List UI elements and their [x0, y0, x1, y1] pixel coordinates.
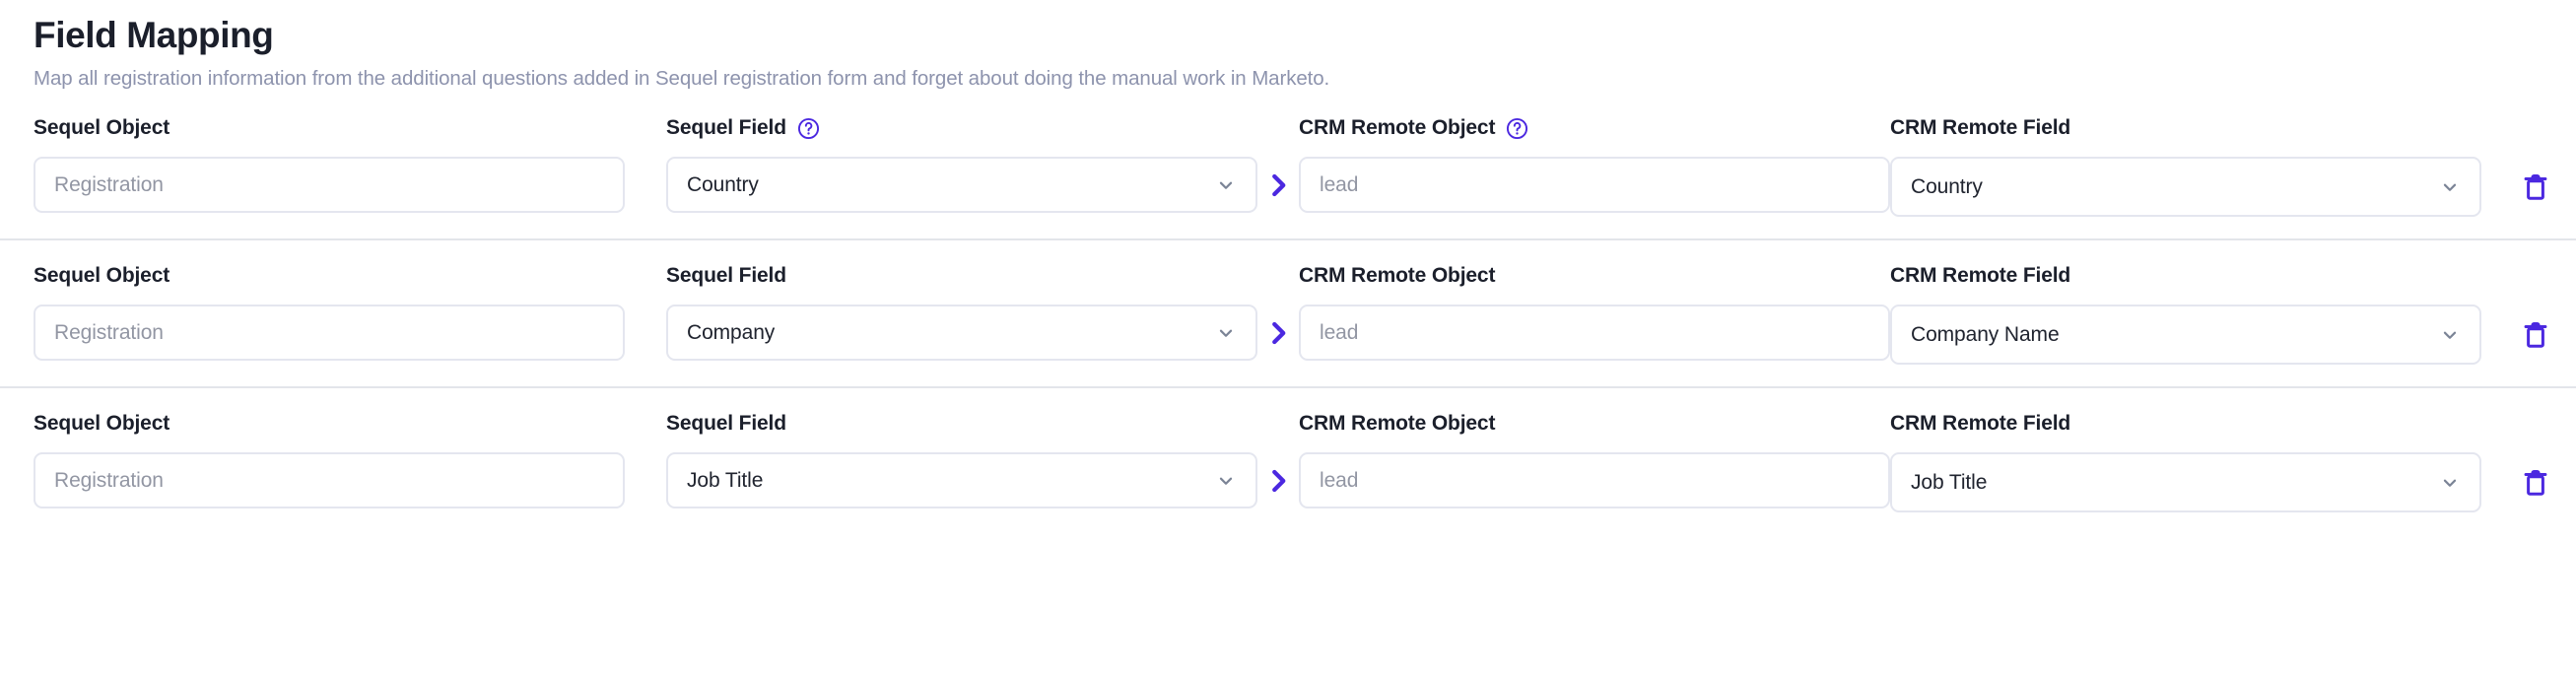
field-mapping-page: Field Mapping Map all registration infor… [0, 0, 2576, 678]
page-subtitle: Map all registration information from th… [34, 66, 1330, 90]
sequel-object-column: Sequel Object Registration [34, 114, 625, 214]
page-header: Field Mapping Map all registration infor… [0, 0, 2576, 91]
crm-remote-object-column: CRM Remote Object lead [1299, 262, 1890, 362]
crm-remote-object-control: lead [1299, 157, 1890, 214]
crm-remote-field-label: CRM Remote Field [1890, 116, 2071, 140]
crm-remote-field-label: CRM Remote Field [1890, 412, 2071, 436]
sequel-field-control: Company [666, 305, 1257, 362]
sequel-field-control: Job Title [666, 452, 1257, 509]
crm-remote-object-input[interactable]: lead [1299, 452, 1890, 509]
field-mapping-row: Sequel Object Registration Sequel Field … [0, 238, 2576, 366]
crm-remote-object-label-wrap: CRM Remote Object [1299, 114, 1890, 142]
sequel-object-input[interactable]: Registration [34, 157, 625, 214]
chevron-right-icon [1263, 466, 1293, 496]
crm-remote-field-column: CRM Remote Field Company Name [1890, 262, 2481, 366]
crm-remote-object-control: lead [1299, 305, 1890, 362]
sequel-object-column: Sequel Object Registration [34, 410, 625, 509]
sequel-object-label-wrap: Sequel Object [34, 262, 625, 290]
sequel-object-control: Registration [34, 452, 625, 509]
sequel-field-value: Job Title [687, 468, 764, 492]
crm-remote-field-control: Country [1890, 157, 2481, 218]
mapping-arrow [1257, 157, 1299, 213]
crm-remote-object-input[interactable]: lead [1299, 305, 1890, 362]
crm-remote-field-value: Job Title [1911, 470, 1988, 494]
crm-remote-object-input[interactable]: lead [1299, 157, 1890, 214]
sequel-field-column: Sequel Field Job Title [666, 410, 1257, 509]
sequel-field-select[interactable]: Job Title [666, 452, 1257, 509]
sequel-object-label-wrap: Sequel Object [34, 410, 625, 438]
sequel-field-column: Sequel Field Country [666, 114, 1257, 214]
crm-remote-object-label: CRM Remote Object [1299, 264, 1496, 288]
sequel-object-control: Registration [34, 305, 625, 362]
trash-icon [2522, 320, 2549, 350]
crm-remote-object-column: CRM Remote Object lead [1299, 114, 1890, 214]
sequel-field-label: Sequel Field [666, 264, 786, 288]
chevron-down-icon [1215, 322, 1237, 344]
delete-mapping-button[interactable] [2521, 467, 2550, 499]
crm-remote-object-label-wrap: CRM Remote Object [1299, 262, 1890, 290]
sequel-field-label: Sequel Field [666, 116, 786, 140]
mapping-arrow [1257, 305, 1299, 361]
crm-remote-field-select[interactable]: Company Name [1890, 305, 2481, 366]
help-circle-icon[interactable] [797, 117, 820, 140]
sequel-field-label-wrap: Sequel Field [666, 262, 1257, 290]
trash-icon [2522, 172, 2549, 202]
crm-remote-field-label: CRM Remote Field [1890, 264, 2071, 288]
crm-remote-object-label: CRM Remote Object [1299, 412, 1496, 436]
crm-remote-field-label-wrap: CRM Remote Field [1890, 262, 2481, 290]
sequel-object-label: Sequel Object [34, 412, 170, 436]
crm-remote-object-column: CRM Remote Object lead [1299, 410, 1890, 509]
crm-remote-field-column: CRM Remote Field Country [1890, 114, 2481, 218]
sequel-field-column: Sequel Field Company [666, 262, 1257, 362]
chevron-down-icon [1215, 174, 1237, 196]
sequel-object-control: Registration [34, 157, 625, 214]
sequel-object-input[interactable]: Registration [34, 452, 625, 509]
field-mapping-list: Sequel Object Registration Sequel Field [0, 114, 2576, 513]
crm-remote-field-select[interactable]: Job Title [1890, 452, 2481, 513]
sequel-object-input[interactable]: Registration [34, 305, 625, 362]
sequel-field-label-wrap: Sequel Field [666, 410, 1257, 438]
sequel-field-value: Country [687, 172, 759, 196]
chevron-down-icon [2439, 176, 2461, 198]
crm-remote-object-control: lead [1299, 452, 1890, 509]
sequel-field-label: Sequel Field [666, 412, 786, 436]
crm-remote-field-value: Company Name [1911, 322, 2060, 346]
trash-icon [2522, 468, 2549, 498]
sequel-field-select[interactable]: Company [666, 305, 1257, 362]
chevron-right-icon [1263, 318, 1293, 348]
chevron-down-icon [2439, 472, 2461, 494]
sequel-object-label-wrap: Sequel Object [34, 114, 625, 142]
field-mapping-row: Sequel Object Registration Sequel Field … [0, 386, 2576, 513]
mapping-arrow [1257, 452, 1299, 508]
delete-column [2481, 452, 2576, 512]
crm-remote-field-column: CRM Remote Field Job Title [1890, 410, 2481, 513]
crm-remote-object-label-wrap: CRM Remote Object [1299, 410, 1890, 438]
field-mapping-row: Sequel Object Registration Sequel Field [0, 114, 2576, 218]
crm-remote-object-label: CRM Remote Object [1299, 116, 1496, 140]
page-title: Field Mapping [34, 15, 274, 55]
sequel-object-label: Sequel Object [34, 264, 170, 288]
sequel-object-column: Sequel Object Registration [34, 262, 625, 362]
crm-remote-field-label-wrap: CRM Remote Field [1890, 410, 2481, 438]
sequel-object-label: Sequel Object [34, 116, 170, 140]
delete-mapping-button[interactable] [2521, 319, 2550, 351]
sequel-field-control: Country [666, 157, 1257, 214]
crm-remote-field-select[interactable]: Country [1890, 157, 2481, 218]
crm-remote-field-control: Company Name [1890, 305, 2481, 366]
crm-remote-field-control: Job Title [1890, 452, 2481, 513]
help-circle-icon[interactable] [1506, 117, 1528, 140]
sequel-field-select[interactable]: Country [666, 157, 1257, 214]
sequel-field-label-wrap: Sequel Field [666, 114, 1257, 142]
delete-mapping-button[interactable] [2521, 171, 2550, 203]
chevron-down-icon [2439, 324, 2461, 346]
crm-remote-field-value: Country [1911, 174, 1983, 198]
delete-column [2481, 305, 2576, 365]
crm-remote-field-label-wrap: CRM Remote Field [1890, 114, 2481, 142]
sequel-field-value: Company [687, 320, 776, 344]
chevron-right-icon [1263, 170, 1293, 200]
chevron-down-icon [1215, 470, 1237, 492]
delete-column [2481, 157, 2576, 217]
